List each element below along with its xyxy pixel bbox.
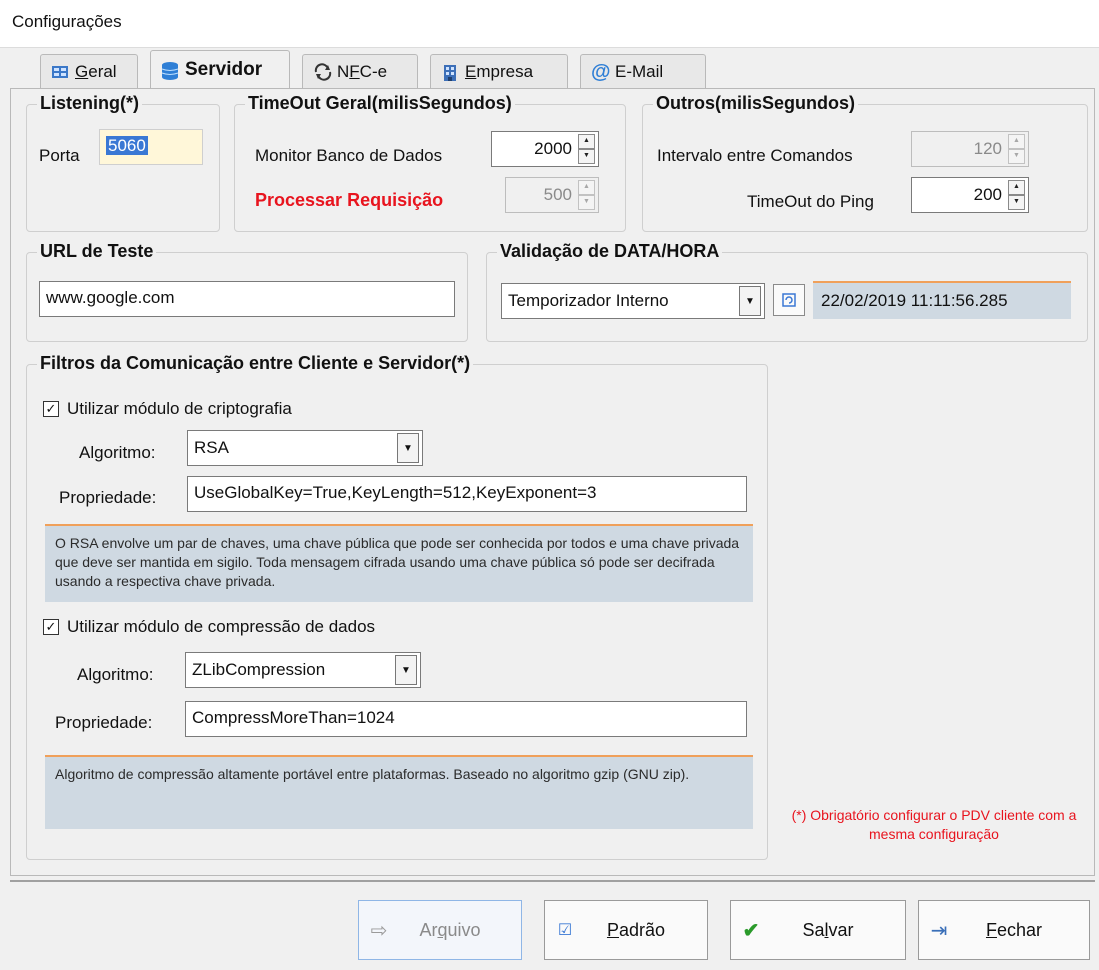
group-title: URL de Teste [37, 241, 157, 262]
porta-label: Porta [39, 146, 80, 165]
down-arrow-icon[interactable]: ▼ [578, 149, 595, 164]
button-label: Fechar [985, 919, 1043, 940]
compressao-info-note: Algoritmo de compressão altamente portáv… [45, 755, 753, 829]
checkmark-icon: ✔ [742, 919, 760, 942]
padrao-button[interactable]: ☑ Padrão [544, 900, 708, 960]
checkbox-icon: ☑ [557, 922, 573, 939]
obrigatorio-note: (*) Obrigatório configurar o PDV cliente… [791, 807, 1077, 842]
cripto-algoritmo-label: Algoritmo: [79, 443, 156, 462]
url-group: URL de Teste www.google.com [26, 241, 468, 342]
checkbox-label: Utilizar módulo de compressão de dados [67, 617, 376, 636]
title-bar: Configurações [0, 0, 1099, 48]
button-label: Padrão [606, 919, 666, 940]
tab-strip: Geral Servidor NFC-e Empresa @ E-Mail [0, 48, 1099, 90]
up-arrow-icon: ▲ [1008, 134, 1025, 149]
processar-value: 500 [543, 185, 572, 204]
datetime-display: 22/02/2019 11:11:56.285 [813, 281, 1071, 319]
compressao-algoritmo-label: Algoritmo: [77, 665, 154, 684]
tab-empresa[interactable]: Empresa [430, 54, 568, 88]
dropdown-arrow-icon[interactable]: ▼ [395, 655, 417, 685]
footer-separator [10, 880, 1095, 882]
porta-input[interactable]: 5060 [99, 129, 203, 165]
monitor-spinner[interactable]: 2000 ▲ ▼ [491, 131, 599, 167]
fechar-button[interactable]: ⇥ Fechar [918, 900, 1090, 960]
building-icon [441, 63, 459, 81]
cripto-propriedade-label: Propriedade: [59, 488, 157, 507]
down-arrow-icon: ▼ [578, 195, 595, 210]
spin-arrows: ▲ ▼ [1008, 134, 1025, 164]
ping-spinner[interactable]: 200 ▲ ▼ [911, 177, 1029, 213]
compressao-algoritmo-select[interactable]: ZLibCompression ▼ [185, 652, 421, 688]
exit-door-icon: ⇥ [930, 919, 948, 942]
refresh-datetime-button[interactable] [773, 284, 805, 316]
outros-group: Outros(milisSegundos) Intervalo entre Co… [642, 93, 1088, 232]
tab-servidor[interactable]: Servidor [150, 50, 290, 89]
spin-arrows[interactable]: ▲ ▼ [1008, 180, 1025, 210]
processar-label: Processar Requisição [255, 190, 444, 210]
group-title: Validação de DATA/HORA [497, 241, 723, 262]
up-arrow-icon[interactable]: ▲ [578, 134, 595, 149]
checkbox-checked-icon[interactable]: ✓ [43, 401, 59, 417]
select-value: ZLibCompression [192, 660, 326, 679]
window-title: Configurações [12, 12, 122, 31]
group-title: Outros(milisSegundos) [653, 93, 859, 114]
dropdown-arrow-icon[interactable]: ▼ [739, 286, 761, 316]
dropdown-arrow-icon[interactable]: ▼ [397, 433, 419, 463]
tab-geral[interactable]: Geral [40, 54, 138, 88]
validacao-mode-select[interactable]: Temporizador Interno ▼ [501, 283, 765, 319]
tab-label: NFC-e [337, 61, 388, 81]
select-value: RSA [194, 438, 229, 457]
down-arrow-icon[interactable]: ▼ [1008, 195, 1025, 210]
refresh-icon [782, 293, 796, 307]
spin-arrows: ▲ ▼ [578, 180, 595, 210]
ping-label: TimeOut do Ping [747, 192, 874, 211]
up-arrow-icon[interactable]: ▲ [1008, 180, 1025, 195]
intervalo-label: Intervalo entre Comandos [657, 146, 853, 165]
monitor-value: 2000 [534, 139, 572, 158]
checkbox-label: Utilizar módulo de criptografia [67, 399, 292, 418]
url-input[interactable]: www.google.com [39, 281, 455, 317]
group-title: Filtros da Comunicação entre Cliente e S… [37, 353, 474, 374]
button-label: Salvar [802, 919, 854, 940]
group-title: Listening(*) [37, 93, 142, 114]
up-arrow-icon: ▲ [578, 180, 595, 195]
archive-icon: ⇨ [370, 919, 388, 942]
cripto-propriedade-input[interactable]: UseGlobalKey=True,KeyLength=512,KeyExpon… [187, 476, 747, 512]
salvar-button[interactable]: ✔ Salvar [730, 900, 906, 960]
checkbox-checked-icon[interactable]: ✓ [43, 619, 59, 635]
tab-email[interactable]: @ E-Mail [580, 54, 706, 88]
compressao-propriedade-input[interactable]: CompressMoreThan=1024 [185, 701, 747, 737]
down-arrow-icon: ▼ [1008, 149, 1025, 164]
cripto-checkbox[interactable]: ✓ Utilizar módulo de criptografia [43, 399, 292, 419]
database-icon [161, 61, 179, 80]
grid-icon [51, 63, 69, 81]
cripto-algoritmo-select[interactable]: RSA ▼ [187, 430, 423, 466]
cripto-info-note: O RSA envolve um par de chaves, uma chav… [45, 524, 753, 602]
group-title: TimeOut Geral(milisSegundos) [245, 93, 515, 114]
listening-group: Listening(*) Porta 5060 [26, 93, 220, 232]
tab-label: Geral [75, 61, 117, 81]
timeout-group: TimeOut Geral(milisSegundos) Monitor Ban… [234, 93, 626, 232]
select-value: Temporizador Interno [508, 291, 669, 310]
tab-label: E-Mail [615, 61, 664, 81]
porta-value: 5060 [106, 136, 148, 155]
tab-label: Servidor [185, 59, 263, 80]
compressao-propriedade-label: Propriedade: [55, 713, 153, 732]
at-sign-icon: @ [591, 60, 611, 83]
filtros-group: Filtros da Comunicação entre Cliente e S… [26, 353, 768, 860]
intervalo-spinner: 120 ▲ ▼ [911, 131, 1029, 167]
spin-arrows[interactable]: ▲ ▼ [578, 134, 595, 164]
tab-label: Empresa [465, 61, 534, 81]
compressao-checkbox[interactable]: ✓ Utilizar módulo de compressão de dados [43, 617, 375, 637]
arquivo-button[interactable]: ⇨ Arquivo [358, 900, 522, 960]
validacao-group: Validação de DATA/HORA Temporizador Inte… [486, 241, 1088, 342]
processar-spinner: 500 ▲ ▼ [505, 177, 599, 213]
button-label: Arquivo [419, 919, 481, 940]
tab-nfce[interactable]: NFC-e [302, 54, 418, 88]
monitor-label: Monitor Banco de Dados [255, 146, 443, 165]
ping-value: 200 [973, 185, 1002, 204]
intervalo-value: 120 [973, 139, 1002, 158]
recycle-icon [313, 62, 332, 81]
